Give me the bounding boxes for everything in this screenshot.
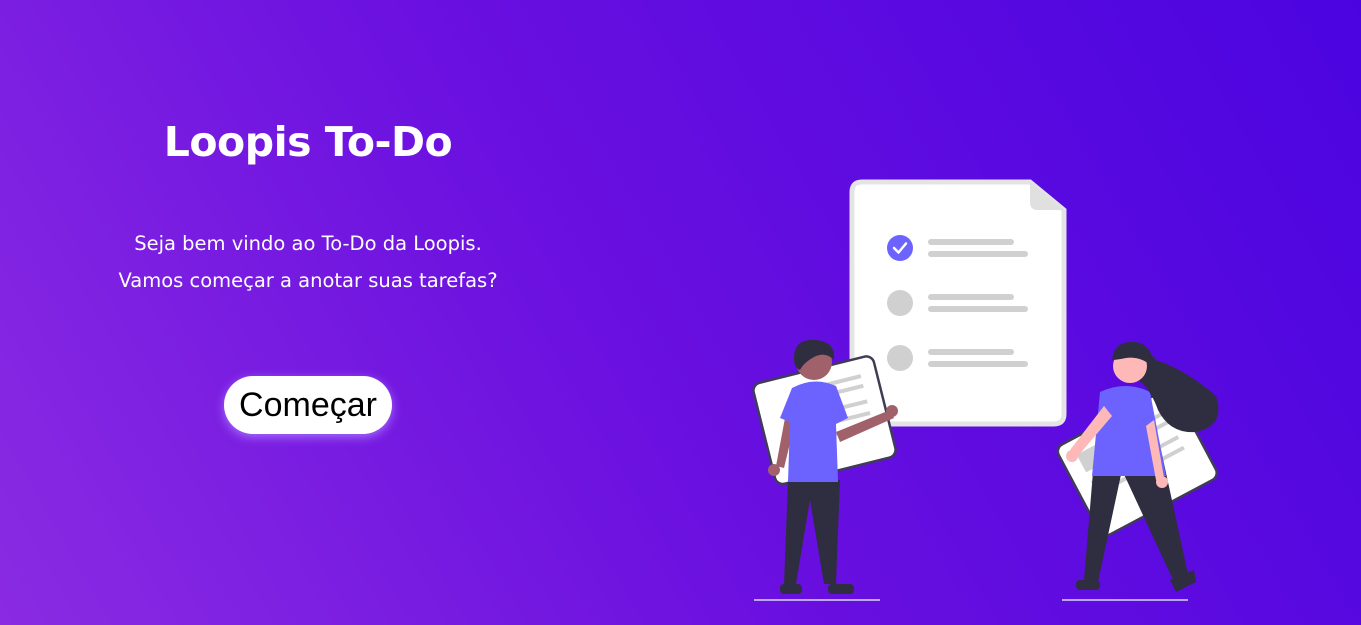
unchecked-circle-icon [887,290,913,316]
start-button[interactable]: Começar [224,376,392,434]
checked-circle-icon [887,235,913,261]
page-title: Loopis To-Do [163,118,453,166]
woman-figure-icon [1056,341,1219,592]
man-figure-icon [752,339,898,594]
welcome-text: Seja bem vindo ao To-Do da Loopis. Vamos… [118,232,498,292]
checklist-document-icon [849,179,1067,427]
people-with-todo-checklist-illustration [752,179,1219,601]
unchecked-circle-icon [887,345,913,371]
